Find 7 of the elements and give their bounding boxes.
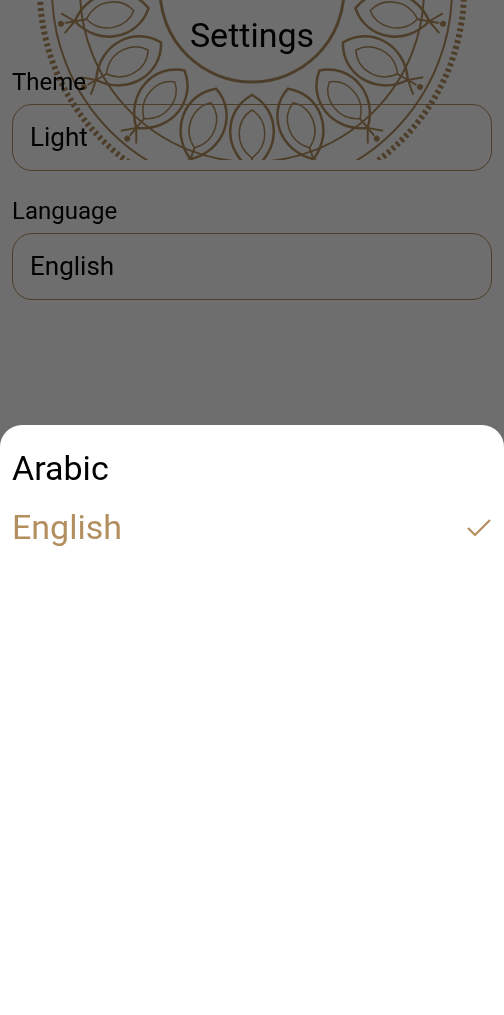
language-option[interactable]: Arabic: [0, 439, 504, 498]
language-option[interactable]: English: [0, 498, 504, 557]
check-icon: [466, 517, 492, 538]
page-title: Settings: [189, 14, 315, 57]
dropdown-field[interactable]: English: [12, 233, 492, 300]
field-label: Language: [12, 196, 118, 227]
dropdown-field[interactable]: Light: [12, 104, 492, 171]
